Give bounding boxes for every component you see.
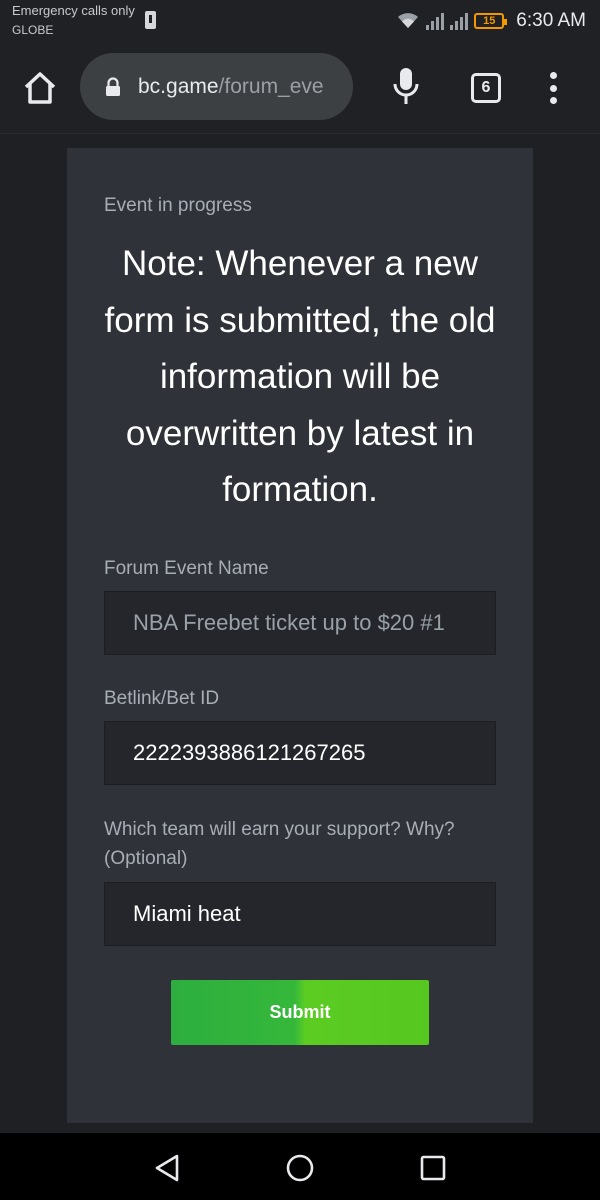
url-domain: bc.game (138, 74, 219, 98)
url-text: bc.game/forum_eve (138, 75, 324, 99)
back-icon[interactable] (151, 1151, 185, 1185)
carrier-info: Emergency calls only GLOBE (12, 3, 135, 38)
home-icon[interactable] (20, 68, 60, 108)
mic-icon[interactable] (390, 66, 422, 108)
wifi-icon (398, 13, 419, 28)
clock: 6:30 AM (516, 10, 586, 31)
event-form-card: Event in progress Note: Whenever a new f… (67, 148, 533, 1123)
status-bar: Emergency calls only GLOBE 15 6:30 AM (0, 0, 600, 44)
event-name-label: Forum Event Name (104, 558, 269, 579)
sim-icon (145, 11, 156, 29)
lock-icon (106, 76, 120, 96)
browser-toolbar: bc.game/forum_eve 6 (0, 44, 600, 134)
tab-count: 6 (481, 79, 491, 96)
page-content: Event in progress Note: Whenever a new f… (0, 135, 600, 1132)
bet-id-field[interactable]: 2222393886121267265 (104, 721, 496, 785)
carrier-name: GLOBE (12, 23, 54, 37)
recents-icon[interactable] (416, 1151, 450, 1185)
tabs-icon[interactable]: 6 (471, 73, 501, 103)
bet-id-label: Betlink/Bet ID (104, 688, 220, 709)
address-bar[interactable]: bc.game/forum_eve (80, 53, 353, 120)
event-name-field: NBA Freebet ticket up to $20 #1 (104, 591, 496, 655)
event-status: Event in progress (104, 195, 252, 216)
system-nav-bar (0, 1133, 600, 1200)
note-text: Note: Whenever a new form is submitted, … (104, 244, 496, 509)
support-team-field[interactable]: Miami heat (104, 882, 496, 946)
emergency-calls-text: Emergency calls only (12, 3, 135, 18)
signal-icon (426, 12, 445, 30)
home-circle-icon[interactable] (283, 1151, 317, 1185)
battery-icon: 15 (474, 13, 508, 29)
status-icons: 15 6:30 AM (396, 6, 586, 36)
signal-icon-2 (450, 12, 469, 30)
battery-level: 15 (483, 15, 496, 27)
support-team-label: Which team will earn your support? Why? … (104, 819, 455, 869)
more-vert-icon[interactable] (540, 70, 566, 106)
url-path: /forum_eve (218, 74, 324, 98)
submit-button[interactable]: Submit (171, 980, 429, 1045)
